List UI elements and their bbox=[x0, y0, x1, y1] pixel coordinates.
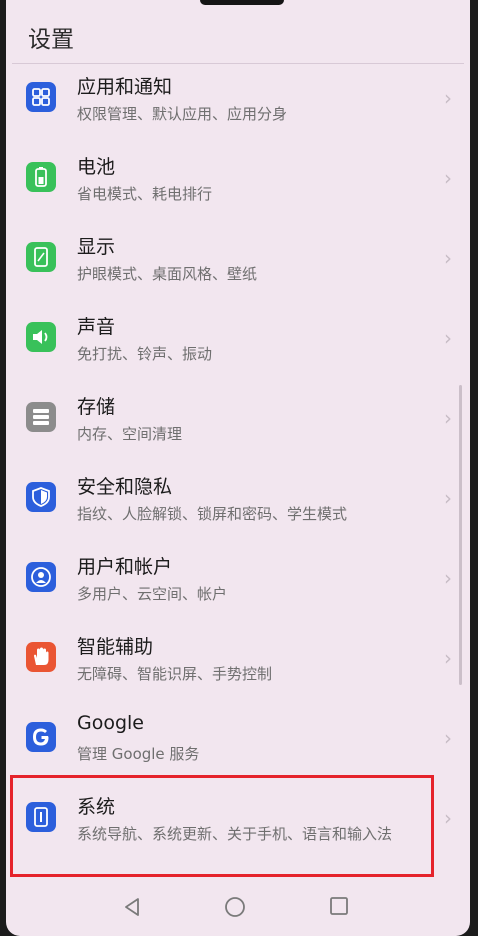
storage-icon bbox=[26, 402, 56, 432]
settings-item-smart-assistance[interactable]: 智能辅助 无障碍、智能识屏、手势控制 › bbox=[6, 624, 470, 704]
chevron-right-icon: › bbox=[444, 406, 452, 430]
settings-item-subtitle: 管理 Google 服务 bbox=[77, 745, 200, 763]
display-icon bbox=[26, 242, 56, 272]
google-icon bbox=[26, 722, 56, 752]
settings-item-title: 显示 bbox=[77, 236, 116, 258]
hand-icon bbox=[26, 642, 56, 672]
settings-item-title: 电池 bbox=[77, 156, 116, 178]
home-icon[interactable] bbox=[224, 896, 246, 922]
settings-item-sound[interactable]: 声音 免打扰、铃声、振动 › bbox=[6, 304, 470, 384]
settings-item-apps-notifications[interactable]: 应用和通知 权限管理、默认应用、应用分身 › bbox=[6, 64, 470, 144]
settings-item-subtitle: 多用户、云空间、帐户 bbox=[77, 585, 228, 603]
page-title: 设置 bbox=[28, 27, 74, 53]
highlight-box bbox=[10, 775, 434, 877]
settings-item-subtitle: 无障碍、智能识屏、手势控制 bbox=[77, 665, 273, 683]
settings-item-title: 应用和通知 bbox=[77, 76, 173, 98]
settings-item-title: 用户和帐户 bbox=[77, 556, 173, 578]
chevron-right-icon: › bbox=[444, 726, 452, 750]
chevron-right-icon: › bbox=[444, 806, 452, 830]
settings-item-subtitle: 护眼模式、桌面风格、壁纸 bbox=[77, 265, 258, 283]
chevron-right-icon: › bbox=[444, 86, 452, 110]
settings-item-title: Google bbox=[77, 712, 145, 734]
chevron-right-icon: › bbox=[444, 486, 452, 510]
apps-grid-icon bbox=[26, 82, 56, 112]
settings-item-subtitle: 指纹、人脸解锁、锁屏和密码、学生模式 bbox=[77, 505, 348, 523]
settings-item-title: 安全和隐私 bbox=[77, 476, 173, 498]
settings-item-title: 存储 bbox=[77, 396, 116, 418]
recents-icon[interactable] bbox=[329, 896, 349, 920]
settings-item-display[interactable]: 显示 护眼模式、桌面风格、壁纸 › bbox=[6, 224, 470, 304]
battery-icon bbox=[26, 162, 56, 192]
settings-item-subtitle: 免打扰、铃声、振动 bbox=[77, 345, 213, 363]
user-icon bbox=[26, 562, 56, 592]
scrollbar[interactable] bbox=[459, 385, 462, 685]
settings-item-google[interactable]: Google 管理 Google 服务 › bbox=[6, 704, 470, 784]
speaker-icon bbox=[26, 322, 56, 352]
chevron-right-icon: › bbox=[444, 566, 452, 590]
navigation-bar bbox=[6, 886, 470, 932]
chevron-right-icon: › bbox=[444, 166, 452, 190]
settings-item-subtitle: 内存、空间清理 bbox=[77, 425, 183, 443]
settings-item-subtitle: 权限管理、默认应用、应用分身 bbox=[77, 105, 288, 123]
settings-item-title: 声音 bbox=[77, 316, 116, 338]
settings-item-storage[interactable]: 存储 内存、空间清理 › bbox=[6, 384, 470, 464]
settings-list: 应用和通知 权限管理、默认应用、应用分身 › 电池 省电模式、耗电排行 › 显示… bbox=[6, 64, 470, 884]
chevron-right-icon: › bbox=[444, 326, 452, 350]
chevron-right-icon: › bbox=[444, 646, 452, 670]
settings-item-battery[interactable]: 电池 省电模式、耗电排行 › bbox=[6, 144, 470, 224]
settings-item-subtitle: 省电模式、耗电排行 bbox=[77, 185, 213, 203]
settings-item-users-accounts[interactable]: 用户和帐户 多用户、云空间、帐户 › bbox=[6, 544, 470, 624]
shield-icon bbox=[26, 482, 56, 512]
settings-item-title: 智能辅助 bbox=[77, 636, 154, 658]
back-icon[interactable] bbox=[122, 896, 142, 922]
chevron-right-icon: › bbox=[444, 246, 452, 270]
camera-notch bbox=[200, 0, 284, 5]
settings-screen: 设置 应用和通知 权限管理、默认应用、应用分身 › 电池 省电模式、耗电排行 ›… bbox=[6, 0, 470, 936]
settings-item-security-privacy[interactable]: 安全和隐私 指纹、人脸解锁、锁屏和密码、学生模式 › bbox=[6, 464, 470, 544]
